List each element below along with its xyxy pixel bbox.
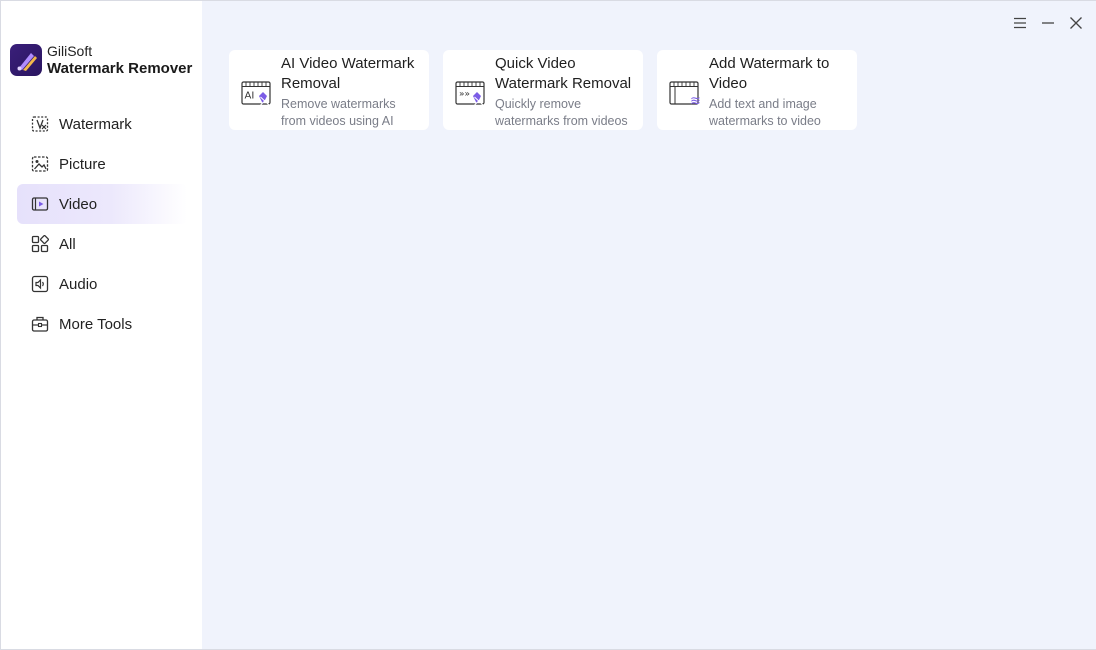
card-ai-video-watermark-removal[interactable]: AI AI Video Watermark Removal Remove wat…: [229, 50, 429, 130]
main-content: AI AI Video Watermark Removal Remove wat…: [202, 1, 1096, 649]
close-button[interactable]: [1066, 13, 1086, 33]
video-icon: [31, 197, 49, 211]
menu-icon: [1014, 17, 1026, 29]
toolbox-icon: [31, 316, 49, 332]
app-logo-icon: [10, 44, 42, 76]
sidebar-item-picture[interactable]: Picture: [17, 144, 187, 184]
card-desc-line: watermarks from videos: [495, 114, 628, 128]
card-title: AI Video Watermark Removal: [281, 54, 429, 94]
brand-product: Watermark Remover: [47, 60, 193, 77]
card-add-watermark-to-video[interactable]: ≋ Add Watermark to Video Add text and im…: [657, 50, 857, 130]
audio-icon: [31, 275, 49, 293]
brand: GiliSoft Watermark Remover: [10, 43, 200, 77]
sidebar: GiliSoft Watermark Remover Watermark Pic…: [1, 1, 202, 649]
close-icon: [1070, 17, 1082, 29]
menu-button[interactable]: [1010, 13, 1030, 33]
minimize-icon: [1042, 22, 1054, 24]
brand-company: GiliSoft: [47, 43, 93, 59]
card-desc-line: Remove watermarks: [281, 97, 396, 111]
picture-icon: [31, 156, 49, 172]
ai-video-watermark-icon: AI: [241, 81, 271, 106]
sidebar-item-all[interactable]: All: [17, 224, 187, 264]
card-title-line: Watermark Removal: [495, 75, 632, 92]
sidebar-item-label: Audio: [59, 275, 98, 293]
card-icon-text: AI: [245, 91, 255, 102]
card-title-line: Add Watermark to: [709, 55, 830, 72]
tool-cards: AI AI Video Watermark Removal Remove wat…: [229, 50, 857, 130]
all-grid-icon: [31, 235, 49, 253]
sidebar-item-label: More Tools: [59, 315, 133, 333]
sidebar-item-more-tools[interactable]: More Tools: [17, 304, 187, 344]
card-description: Remove watermarks from videos using AI: [281, 96, 429, 130]
sidebar-item-audio[interactable]: Audio: [17, 264, 187, 304]
card-title-line: Video: [709, 75, 748, 92]
card-description: Quickly remove watermarks from videos: [495, 96, 643, 130]
card-desc-line: watermarks to video: [709, 114, 821, 128]
card-icon-text: »»: [459, 90, 470, 100]
sidebar-item-label: Video: [59, 195, 98, 213]
card-desc-line: Quickly remove: [495, 97, 582, 111]
card-desc-line: from videos using AI: [281, 114, 394, 128]
sidebar-item-label: Watermark: [59, 115, 132, 133]
sidebar-item-label: Picture: [59, 155, 106, 173]
watermark-icon: [31, 116, 49, 132]
quick-video-watermark-icon: »»: [455, 81, 485, 106]
sidebar-item-watermark[interactable]: Watermark: [17, 104, 187, 144]
brand-text: GiliSoft Watermark Remover: [47, 43, 192, 77]
card-title: Quick Video Watermark Removal: [495, 54, 643, 94]
card-title-line: AI Video Watermark: [281, 55, 415, 72]
window-controls: [1010, 13, 1086, 33]
app-window: GiliSoft Watermark Remover Watermark Pic…: [0, 0, 1096, 650]
add-watermark-video-icon: ≋: [669, 81, 701, 108]
sidebar-nav: Watermark Picture Video All Audio More T…: [17, 104, 187, 344]
card-title-line: Quick Video: [495, 55, 576, 72]
sidebar-item-video[interactable]: Video: [17, 184, 187, 224]
card-title: Add Watermark to Video: [709, 54, 857, 94]
card-desc-line: Add text and image: [709, 97, 817, 111]
card-quick-video-watermark-removal[interactable]: »» Quick Video Watermark Removal Quickly…: [443, 50, 643, 130]
card-description: Add text and image watermarks to video: [709, 96, 857, 130]
card-title-line: Removal: [281, 75, 341, 92]
minimize-button[interactable]: [1038, 13, 1058, 33]
sidebar-item-label: All: [59, 235, 76, 253]
card-icon-text: ≋: [690, 94, 701, 108]
